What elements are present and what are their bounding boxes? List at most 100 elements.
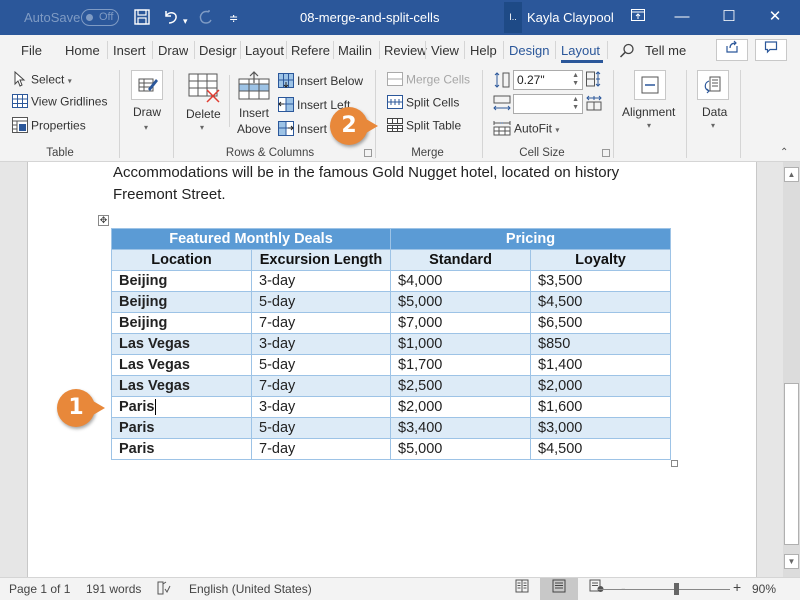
data-icon[interactable] xyxy=(697,70,729,100)
split-cells-button[interactable]: Split Cells xyxy=(387,95,459,112)
scrollbar-thumb[interactable] xyxy=(784,383,799,545)
tab-table-layout[interactable]: Layout xyxy=(561,43,600,58)
table-cell[interactable]: $1,600 xyxy=(530,396,671,418)
insert-below-button[interactable]: Insert Below xyxy=(278,73,363,91)
table-cell[interactable]: $4,500 xyxy=(530,291,671,313)
comments-button[interactable] xyxy=(755,39,787,61)
tab-help[interactable]: Help xyxy=(470,43,497,58)
distribute-rows-icon[interactable] xyxy=(586,71,602,90)
table-cell[interactable]: Beijing xyxy=(111,270,252,292)
tab-view[interactable]: View xyxy=(431,43,459,58)
zoom-slider-thumb[interactable] xyxy=(674,583,679,595)
table-cell[interactable]: Paris xyxy=(111,417,252,439)
page-count[interactable]: Page 1 of 1 xyxy=(9,582,70,596)
table-cell[interactable]: $2,000 xyxy=(390,396,531,418)
table-cell[interactable]: Beijing xyxy=(111,291,252,313)
header-excursion-length[interactable]: Excursion Length xyxy=(251,249,391,271)
view-gridlines-button[interactable]: View Gridlines xyxy=(12,94,107,111)
draw-table-icon[interactable] xyxy=(131,70,163,100)
header-location[interactable]: Location xyxy=(111,249,252,271)
read-mode-icon[interactable] xyxy=(503,578,541,600)
collaboration-indicator[interactable]: I.. xyxy=(504,2,522,33)
rows-columns-dialog-launcher[interactable] xyxy=(364,149,372,157)
delete-table-icon[interactable] xyxy=(188,73,222,106)
table-cell[interactable]: Las Vegas xyxy=(111,375,252,397)
table-cell[interactable]: $4,500 xyxy=(530,438,671,460)
alignment-button[interactable]: Alignment xyxy=(622,105,675,119)
table-cell[interactable]: 7-day xyxy=(251,312,391,334)
zoom-in-button[interactable]: + xyxy=(733,579,741,595)
row-height-input[interactable]: 0.27" ▲ ▼ xyxy=(513,70,583,90)
insert-above-icon[interactable] xyxy=(238,71,270,104)
print-layout-icon[interactable] xyxy=(540,578,578,600)
tell-me-search[interactable]: Tell me xyxy=(645,43,686,58)
language[interactable]: English (United States) xyxy=(189,582,312,596)
body-paragraph[interactable]: Accommodations will be in the famous Gol… xyxy=(113,162,673,206)
tab-table-design[interactable]: Design xyxy=(509,43,549,58)
table-resize-handle[interactable] xyxy=(671,460,678,467)
table-cell[interactable]: 7-day xyxy=(251,375,391,397)
save-icon[interactable] xyxy=(133,8,151,31)
table-cell[interactable]: $4,000 xyxy=(390,270,531,292)
table-cell[interactable]: $3,000 xyxy=(530,417,671,439)
table-cell[interactable]: 7-day xyxy=(251,438,391,460)
split-table-button[interactable]: Split Table xyxy=(387,118,461,135)
table-cell[interactable]: $1,700 xyxy=(390,354,531,376)
table-cell-active[interactable]: Paris xyxy=(111,396,252,418)
insert-above-label-2[interactable]: Above xyxy=(237,122,271,136)
data-button[interactable]: Data xyxy=(702,105,727,119)
search-icon[interactable] xyxy=(619,43,635,62)
table-title-cell[interactable]: Featured Monthly Deals xyxy=(111,228,391,250)
undo-dropdown-icon[interactable]: ▾ xyxy=(183,12,188,30)
proofing-icon[interactable] xyxy=(157,581,171,598)
table-cell[interactable]: $5,000 xyxy=(390,291,531,313)
select-button[interactable]: Select ▾ xyxy=(12,70,72,90)
table-cell[interactable]: 3-day xyxy=(251,270,391,292)
zoom-level[interactable]: 90% xyxy=(752,582,776,596)
user-name[interactable]: Kayla Claypool xyxy=(527,10,614,25)
spin-arrows-icon[interactable]: ▲ ▼ xyxy=(572,72,579,88)
table-cell[interactable]: $850 xyxy=(530,333,671,355)
tab-mailings[interactable]: Mailin xyxy=(338,43,378,58)
table-cell[interactable]: $5,000 xyxy=(390,438,531,460)
table-cell[interactable]: $1,400 xyxy=(530,354,671,376)
customize-qat-icon[interactable]: ≑ xyxy=(229,10,238,28)
tab-file[interactable]: File xyxy=(21,43,42,58)
vertical-scrollbar[interactable]: ▲ ▼ xyxy=(783,162,800,577)
collapse-ribbon-icon[interactable]: ⌃ xyxy=(780,147,788,158)
tab-home[interactable]: Home xyxy=(65,43,100,58)
draw-button[interactable]: Draw xyxy=(133,105,161,119)
tab-design[interactable]: Desigr xyxy=(199,43,237,58)
insert-right-button[interactable]: Insert xyxy=(278,121,327,139)
table-cell[interactable]: $6,500 xyxy=(530,312,671,334)
word-count[interactable]: 191 words xyxy=(86,582,141,596)
autofit-button[interactable]: AutoFit ▾ xyxy=(493,120,559,139)
autosave-toggle[interactable]: Off xyxy=(81,9,119,26)
table-cell[interactable]: $2,500 xyxy=(390,375,531,397)
table-cell[interactable]: 5-day xyxy=(251,291,391,313)
undo-icon[interactable] xyxy=(162,8,180,31)
distribute-columns-icon[interactable] xyxy=(586,95,602,114)
table-cell[interactable]: $2,000 xyxy=(530,375,671,397)
table-cell[interactable]: $7,000 xyxy=(390,312,531,334)
table-cell[interactable]: $3,500 xyxy=(530,270,671,292)
table-cell[interactable]: Beijing xyxy=(111,312,252,334)
table-cell[interactable]: $3,400 xyxy=(390,417,531,439)
scroll-down-icon[interactable]: ▼ xyxy=(784,554,799,569)
share-button[interactable] xyxy=(716,39,748,61)
spin-arrows-icon[interactable]: ▲ ▼ xyxy=(572,96,579,112)
alignment-icon[interactable] xyxy=(634,70,666,100)
table-cell[interactable]: Las Vegas xyxy=(111,333,252,355)
tab-references[interactable]: Refere xyxy=(291,43,331,58)
header-loyalty[interactable]: Loyalty xyxy=(530,249,671,271)
insert-above-label-1[interactable]: Insert xyxy=(239,106,269,120)
ribbon-display-options-icon[interactable] xyxy=(623,5,653,29)
tab-draw[interactable]: Draw xyxy=(158,43,188,58)
header-standard[interactable]: Standard xyxy=(390,249,531,271)
cell-size-dialog-launcher[interactable] xyxy=(602,149,610,157)
tab-review[interactable]: Review xyxy=(384,43,427,58)
tab-insert[interactable]: Insert xyxy=(113,43,146,58)
minimize-icon[interactable]: — xyxy=(667,5,697,29)
maximize-icon[interactable]: ☐ xyxy=(714,5,744,29)
properties-button[interactable]: Properties xyxy=(12,117,86,136)
